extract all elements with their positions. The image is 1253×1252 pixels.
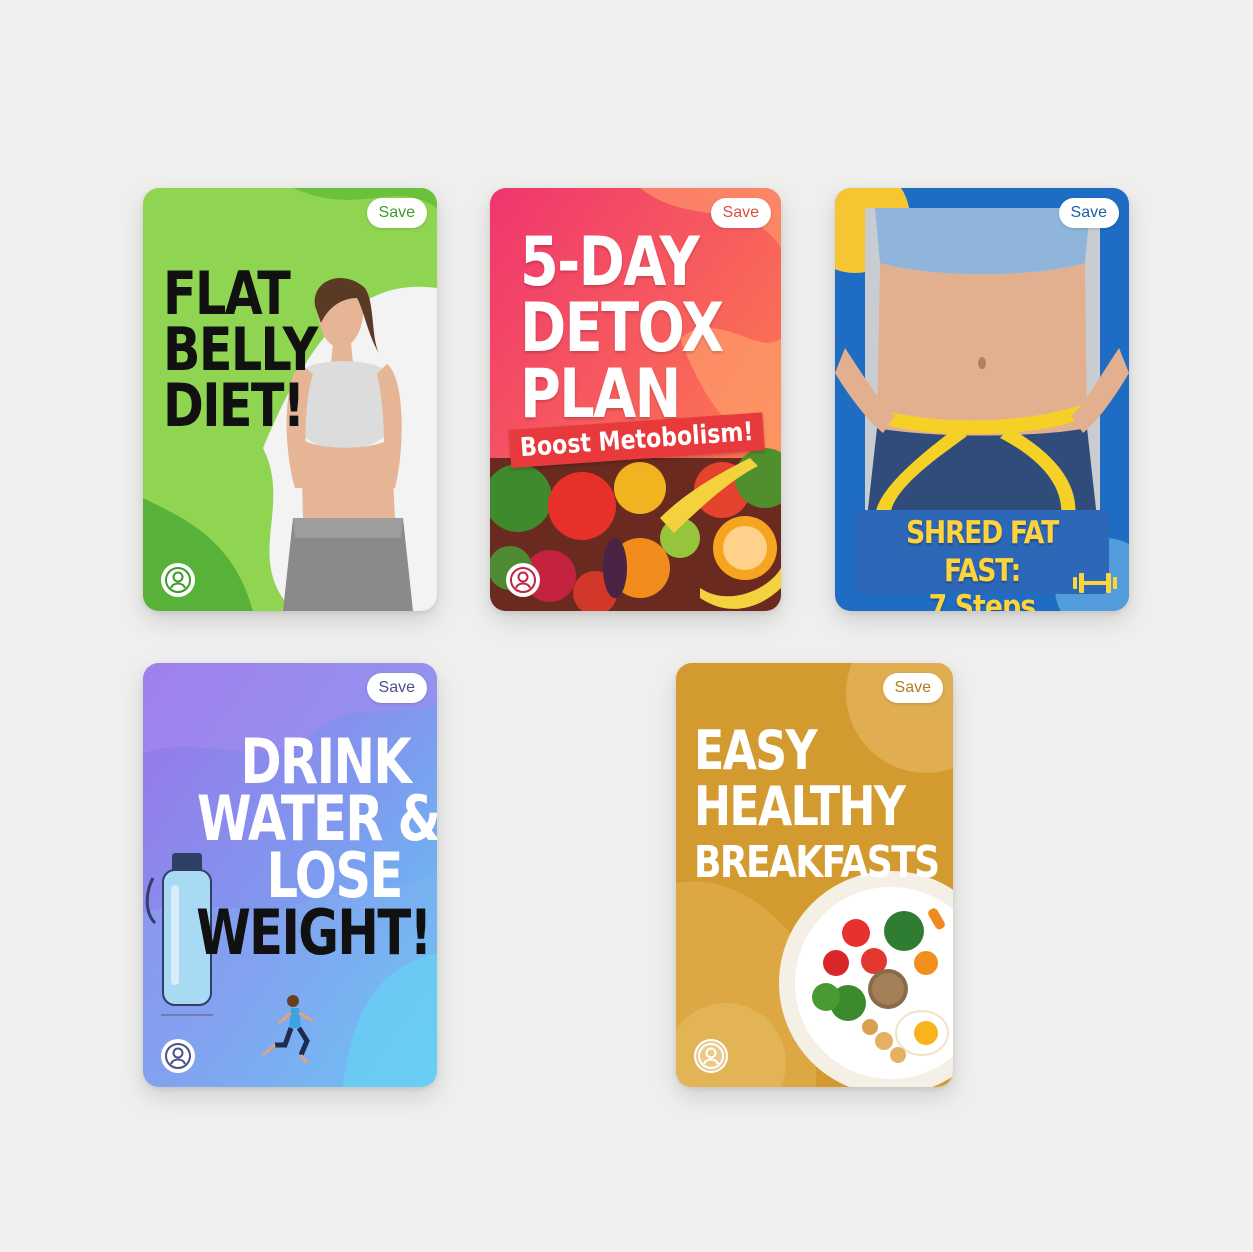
headline-line: DIET! — [163, 371, 305, 441]
headline-line: EASY — [694, 719, 818, 782]
profile-avatar-icon[interactable] — [161, 1039, 195, 1073]
save-button[interactable]: Save — [882, 673, 943, 703]
headline-line: WEIGHT! — [196, 896, 432, 969]
save-button[interactable]: Save — [366, 198, 427, 228]
pin-headline: EASY HEALTHY BREAKFASTS — [694, 719, 940, 891]
save-button[interactable]: Save — [1058, 198, 1119, 228]
pin-card-detox-plan[interactable]: Save 5-DAY DETOX PLAN Boost Metobolism! — [490, 188, 781, 611]
pin-headline: DRINK WATER & LOSE WEIGHT! — [196, 731, 437, 964]
headline-line: FLAT — [163, 259, 291, 329]
headline-line: DETOX — [520, 289, 724, 368]
dumbbell-icon — [1073, 573, 1117, 593]
headline-line: BELLY — [163, 315, 318, 385]
profile-avatar-icon[interactable] — [506, 563, 540, 597]
headline-line: BREAKFASTS — [694, 837, 940, 888]
pin-card-easy-healthy-breakfasts[interactable]: Save EASY HEALTHY BREAKFASTS — [676, 663, 953, 1087]
pin-headline: FLAT BELLY DIET! — [163, 259, 318, 441]
headline-line: 5-DAY — [520, 223, 700, 302]
profile-avatar-icon[interactable] — [161, 563, 195, 597]
caption-line: 7 Steps — [928, 589, 1037, 611]
pin-card-shred-fat[interactable]: Save SHRED FAT FAST: 7 Steps — [835, 188, 1129, 611]
caption-line: SHRED FAT FAST: — [906, 515, 1059, 589]
save-button[interactable]: Save — [710, 198, 771, 228]
save-button[interactable]: Save — [366, 673, 427, 703]
headline-line: HEALTHY — [694, 775, 906, 838]
pin-headline: 5-DAY DETOX PLAN — [520, 223, 724, 429]
pin-card-flat-belly-diet[interactable]: Save FLAT BELLY DIET! — [143, 188, 437, 611]
profile-avatar-icon[interactable] — [694, 1039, 728, 1073]
pin-card-drink-water[interactable]: Save DRINK WATER & LOSE WEIGHT! — [143, 663, 437, 1087]
pin-board: Save FLAT BELLY DIET! Save 5-DAY DETOX P… — [6, 6, 1247, 1246]
